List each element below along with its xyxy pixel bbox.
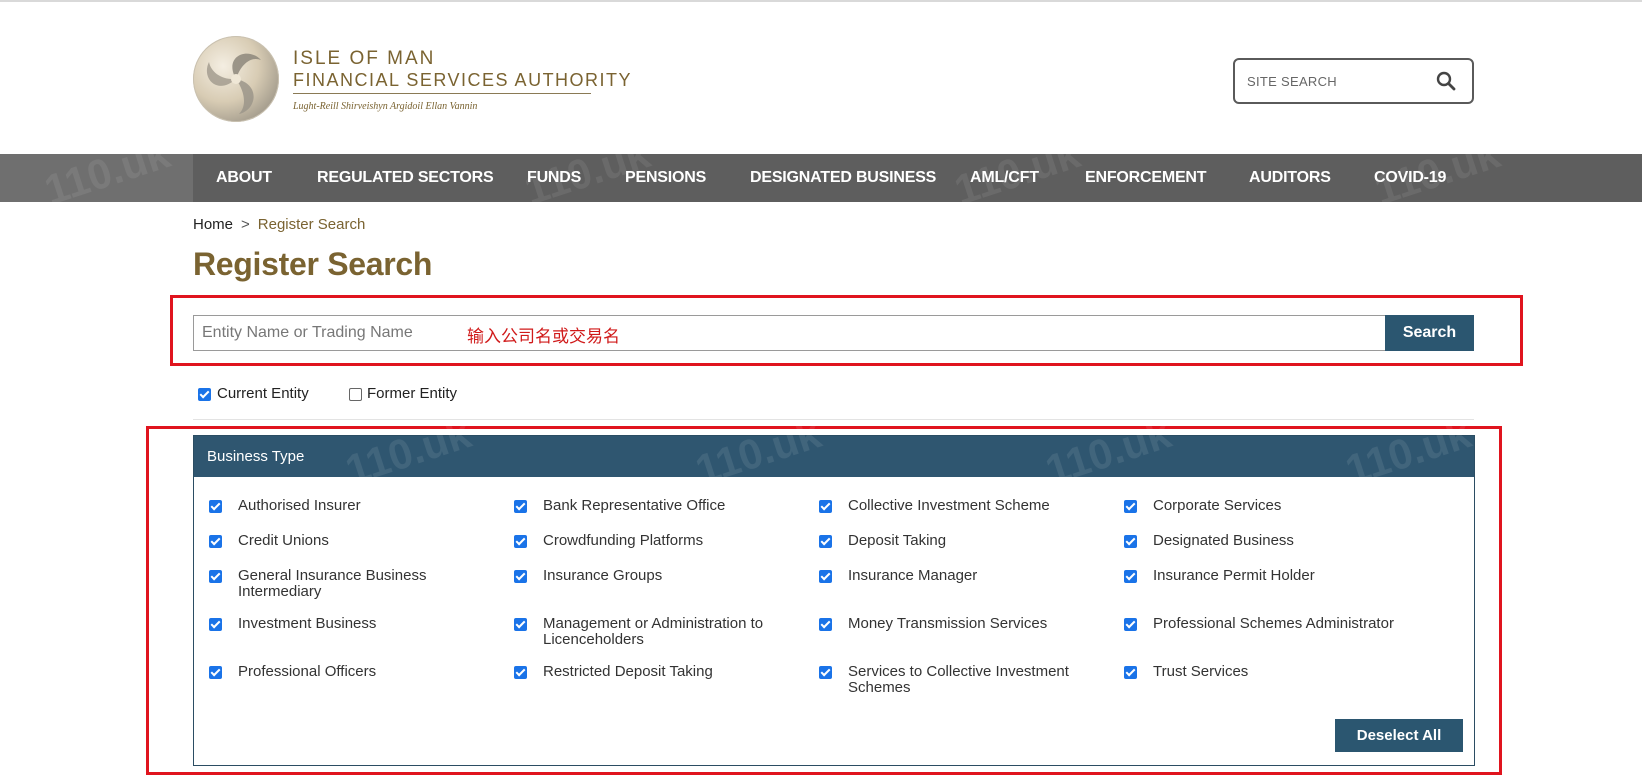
deselect-all-button[interactable]: Deselect All: [1335, 719, 1463, 752]
checkbox[interactable]: [1124, 618, 1137, 631]
checkbox[interactable]: [209, 570, 222, 583]
current-entity-checkbox[interactable]: [198, 388, 211, 401]
logo-text-fsa: FINANCIAL SERVICES AUTHORITY: [293, 70, 633, 90]
triskelion-logo-icon: [193, 36, 279, 122]
checkbox[interactable]: [514, 618, 527, 631]
main-nav: 110.uk 110.uk 110.uk 110.uk ABOUT REGULA…: [0, 129, 1642, 214]
option-label: Restricted Deposit Taking: [543, 663, 713, 680]
option-label: Services to Collective Investment Scheme…: [848, 663, 1069, 696]
checkbox[interactable]: [209, 618, 222, 631]
site-search-box: [1233, 58, 1474, 104]
checkbox[interactable]: [514, 666, 527, 679]
nav-designated-business[interactable]: DESIGNATED BUSINESS: [750, 154, 936, 202]
option-label: Credit Unions: [238, 532, 329, 549]
breadcrumb: Home > Register Search: [193, 216, 365, 233]
business-type-panel: Business Type 110.uk 110.uk 110.uk 110.u…: [193, 409, 1476, 766]
nav-about[interactable]: ABOUT: [216, 154, 272, 202]
option-label: Collective Investment Scheme: [848, 497, 1050, 514]
breadcrumb-home[interactable]: Home: [193, 216, 233, 233]
breadcrumb-current: Register Search: [257, 216, 366, 233]
divider: [193, 419, 1474, 420]
search-icon[interactable]: [1436, 71, 1456, 91]
main-nav-inner: 110.uk 110.uk 110.uk 110.uk ABOUT REGULA…: [39, 129, 1642, 214]
breadcrumb-separator: >: [241, 216, 250, 233]
business-type-header: Business Type: [194, 436, 1474, 477]
checkbox[interactable]: [819, 535, 832, 548]
checkbox[interactable]: [209, 535, 222, 548]
entity-search-box: 输入公司名或交易名: [193, 315, 1474, 351]
search-button[interactable]: Search: [1385, 315, 1474, 351]
nav-enforcement[interactable]: ENFORCEMENT: [1085, 154, 1207, 202]
checkbox[interactable]: [514, 535, 527, 548]
nav-pensions[interactable]: PENSIONS: [625, 154, 706, 202]
nav-regulated-sectors[interactable]: REGULATED SECTORS: [317, 154, 494, 202]
checkbox[interactable]: [514, 500, 527, 513]
option-label: Crowdfunding Platforms: [543, 532, 704, 549]
option-label: Professional Officers: [238, 663, 377, 680]
checkbox[interactable]: [819, 570, 832, 583]
current-entity-label[interactable]: Current Entity: [217, 385, 309, 402]
checkbox[interactable]: [819, 618, 832, 631]
logo-text-manx: Lught-Reill Shirveishyn Argidoil Ellan V…: [293, 101, 478, 112]
checkbox[interactable]: [209, 666, 222, 679]
option-label: Trust Services: [1153, 663, 1249, 680]
checkbox[interactable]: [1124, 666, 1137, 679]
checkbox[interactable]: [1124, 570, 1137, 583]
checkbox[interactable]: [819, 500, 832, 513]
nav-covid-19[interactable]: COVID-19: [1374, 154, 1446, 202]
nav-auditors[interactable]: AUDITORS: [1249, 154, 1331, 202]
option-label: Bank Representative Office: [543, 497, 726, 514]
option-label: Professional Schemes Administrator: [1153, 615, 1394, 632]
option-label: Authorised Insurer: [238, 497, 361, 514]
former-entity-checkbox[interactable]: [349, 388, 362, 401]
option-label: Designated Business: [1153, 532, 1294, 549]
site-logo[interactable]: ISLE OF MAN FINANCIAL SERVICES AUTHORITY…: [193, 34, 631, 124]
site-search-input[interactable]: [1247, 70, 1427, 92]
former-entity-label[interactable]: Former Entity: [367, 385, 457, 402]
checkbox[interactable]: [819, 666, 832, 679]
checkbox[interactable]: [209, 500, 222, 513]
option-label: Deposit Taking: [848, 532, 947, 549]
option-label: Insurance Permit Holder: [1153, 567, 1315, 584]
logo-rule: [293, 93, 591, 94]
option-label: Insurance Manager: [848, 567, 978, 584]
option-label: General Insurance Business Intermediary: [238, 567, 427, 600]
entity-filter: Current Entity Former Entity: [197, 385, 497, 405]
entity-search-input[interactable]: [202, 322, 442, 344]
option-label: Management or Administration to Licenceh…: [543, 615, 764, 648]
logo-text-isle-of-man: ISLE OF MAN: [293, 48, 436, 69]
site-header: ISLE OF MAN FINANCIAL SERVICES AUTHORITY…: [0, 2, 1642, 154]
annotation-text: 输入公司名或交易名: [467, 327, 620, 347]
checkbox[interactable]: [1124, 535, 1137, 548]
checkbox[interactable]: [514, 570, 527, 583]
nav-aml-cft[interactable]: AML/CFT: [970, 154, 1039, 202]
option-label: Money Transmission Services: [848, 615, 1048, 632]
option-label: Corporate Services: [1153, 497, 1282, 514]
page-title: Register Search: [193, 246, 433, 282]
checkbox[interactable]: [1124, 500, 1137, 513]
option-label: Investment Business: [238, 615, 377, 632]
option-label: Insurance Groups: [543, 567, 663, 584]
nav-funds[interactable]: FUNDS: [527, 154, 581, 202]
